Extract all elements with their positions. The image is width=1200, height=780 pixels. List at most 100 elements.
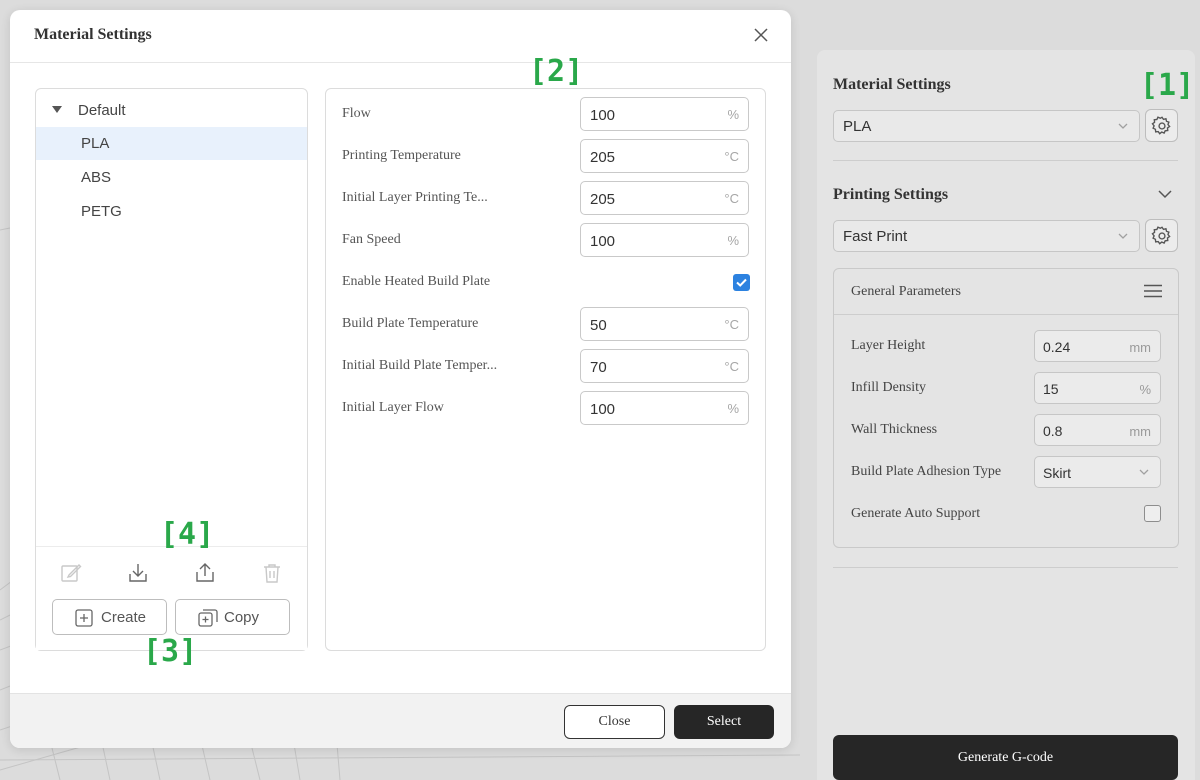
tree-group-default[interactable]: Default: [36, 94, 307, 127]
infill-density-input[interactable]: 15 %: [1034, 372, 1161, 404]
infill-density-row: Infill Density 15 %: [851, 372, 1161, 404]
initial-build-plate-temperature-label: Initial Build Plate Temper...: [342, 358, 498, 373]
flow-input[interactable]: 100 %: [580, 97, 749, 131]
chevron-down-icon: [1118, 123, 1128, 129]
printing-temperature-input[interactable]: 205 °C: [580, 139, 749, 173]
infill-density-value: 15: [1043, 381, 1059, 397]
fan-speed-value: 100: [590, 233, 616, 250]
heated-build-plate-row: Enable Heated Build Plate: [342, 265, 750, 299]
tree-item-label: ABS: [81, 169, 112, 186]
menu-icon[interactable]: [1144, 284, 1162, 298]
initial-layer-temperature-unit: °C: [724, 191, 739, 206]
layer-height-unit: mm: [1129, 340, 1151, 355]
flow-value: 100: [590, 107, 616, 124]
material-select-value: PLA: [843, 118, 872, 135]
general-parameters-box: General Parameters Layer Height 0.24 mm …: [833, 268, 1179, 548]
export-icon[interactable]: [194, 562, 216, 584]
copy-button[interactable]: Copy: [175, 599, 290, 635]
initial-build-plate-temperature-unit: °C: [724, 359, 739, 374]
material-settings-button[interactable]: [1145, 109, 1178, 142]
layer-height-input[interactable]: 0.24 mm: [1034, 330, 1161, 362]
annotation-marker: [1]: [1140, 68, 1195, 103]
auto-support-checkbox[interactable]: [1144, 505, 1161, 522]
copy-add-icon: [198, 609, 218, 627]
material-settings-title: Material Settings: [833, 76, 951, 93]
material-select[interactable]: PLA: [833, 110, 1140, 142]
adhesion-type-row: Build Plate Adhesion Type Skirt: [851, 456, 1161, 488]
tree-item-pla[interactable]: PLA: [36, 127, 307, 160]
chevron-down-icon[interactable]: [1157, 188, 1173, 200]
printing-temperature-label: Printing Temperature: [342, 148, 461, 163]
layer-height-value: 0.24: [1043, 339, 1071, 355]
heated-build-plate-label: Enable Heated Build Plate: [342, 274, 491, 289]
dialog-header: Material Settings: [10, 10, 791, 63]
general-parameters-title: General Parameters: [851, 284, 961, 299]
printing-profile-select[interactable]: Fast Print: [833, 220, 1140, 252]
initial-layer-temperature-value: 205: [590, 191, 616, 208]
build-plate-temperature-value: 50: [590, 317, 607, 334]
build-plate-temperature-unit: °C: [724, 317, 739, 332]
fan-speed-input[interactable]: 100 %: [580, 223, 749, 257]
adhesion-type-label: Build Plate Adhesion Type: [851, 464, 1002, 479]
tree-item-abs[interactable]: ABS: [36, 161, 307, 194]
annotation-marker: [3]: [143, 634, 198, 669]
dialog-footer: Close Select: [10, 693, 791, 748]
flow-label: Flow: [342, 106, 371, 121]
material-tree-panel: Default PLA ABS PETG Create Copy: [35, 88, 308, 651]
printing-settings-button[interactable]: [1145, 219, 1178, 252]
heated-build-plate-checkbox[interactable]: [733, 274, 750, 291]
gear-icon: [1150, 225, 1171, 245]
general-parameters-header: General Parameters: [834, 269, 1178, 315]
tree-item-label: PLA: [81, 135, 110, 152]
initial-build-plate-temperature-row: Initial Build Plate Temper... 70 °C: [342, 349, 750, 383]
close-button[interactable]: Close: [564, 705, 665, 739]
auto-support-label: Generate Auto Support: [851, 506, 981, 521]
tree-item-petg[interactable]: PETG: [36, 195, 307, 228]
auto-support-row: Generate Auto Support: [851, 498, 1161, 530]
annotation-marker: [4]: [160, 517, 215, 552]
material-properties-panel: Flow 100 % Printing Temperature 205 °C I…: [325, 88, 766, 651]
wall-thickness-unit: mm: [1129, 424, 1151, 439]
initial-layer-flow-input[interactable]: 100 %: [580, 391, 749, 425]
flow-unit: %: [727, 107, 739, 122]
generate-gcode-button[interactable]: Generate G-code: [833, 735, 1178, 780]
printing-settings-title: Printing Settings: [833, 186, 949, 203]
trash-icon[interactable]: [261, 562, 283, 584]
gear-icon: [1150, 115, 1171, 135]
build-plate-temperature-row: Build Plate Temperature 50 °C: [342, 307, 750, 341]
initial-layer-flow-row: Initial Layer Flow 100 %: [342, 391, 750, 425]
create-button[interactable]: Create: [52, 599, 167, 635]
wall-thickness-row: Wall Thickness 0.8 mm: [851, 414, 1161, 446]
copy-button-label: Copy: [224, 609, 260, 626]
tree-group-label: Default: [78, 102, 126, 119]
tree-item-label: PETG: [81, 203, 122, 220]
printing-profile-value: Fast Print: [843, 228, 908, 245]
initial-layer-temperature-row: Initial Layer Printing Te... 205 °C: [342, 181, 750, 215]
caret-down-icon[interactable]: [52, 106, 62, 114]
dialog-title: Material Settings: [34, 26, 152, 43]
import-icon[interactable]: [127, 562, 149, 584]
initial-layer-temperature-label: Initial Layer Printing Te...: [342, 190, 488, 205]
initial-build-plate-temperature-value: 70: [590, 359, 607, 376]
close-icon[interactable]: [752, 26, 770, 44]
initial-layer-flow-unit: %: [727, 401, 739, 416]
fan-speed-unit: %: [727, 233, 739, 248]
select-button[interactable]: Select: [674, 705, 774, 739]
fan-speed-row: Fan Speed 100 %: [342, 223, 750, 257]
layer-height-label: Layer Height: [851, 338, 926, 353]
layer-height-row: Layer Height 0.24 mm: [851, 330, 1161, 362]
initial-layer-temperature-input[interactable]: 205 °C: [580, 181, 749, 215]
annotation-marker: [2]: [529, 54, 584, 89]
flow-row: Flow 100 %: [342, 97, 750, 131]
checkmark-icon: [736, 278, 747, 287]
fan-speed-label: Fan Speed: [342, 232, 401, 247]
wall-thickness-input[interactable]: 0.8 mm: [1034, 414, 1161, 446]
create-button-label: Create: [101, 609, 147, 626]
wall-thickness-value: 0.8: [1043, 423, 1063, 439]
printing-temperature-row: Printing Temperature 205 °C: [342, 139, 750, 173]
build-plate-temperature-input[interactable]: 50 °C: [580, 307, 749, 341]
initial-build-plate-temperature-input[interactable]: 70 °C: [580, 349, 749, 383]
adhesion-type-select[interactable]: Skirt: [1034, 456, 1161, 488]
initial-layer-flow-label: Initial Layer Flow: [342, 400, 444, 415]
edit-icon[interactable]: [60, 562, 82, 584]
